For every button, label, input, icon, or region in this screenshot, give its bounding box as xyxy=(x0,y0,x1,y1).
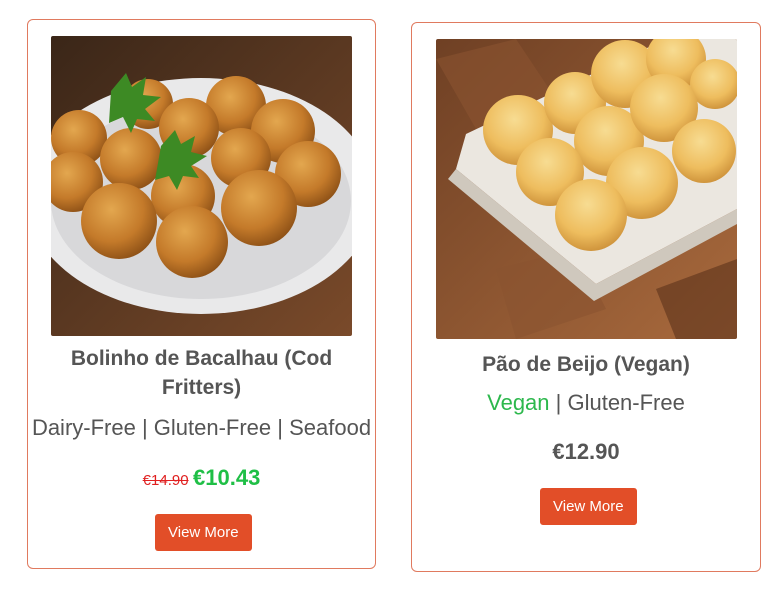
product-tags: Dairy-Free | Gluten-Free | Seafood xyxy=(31,415,372,440)
price: €12.90 xyxy=(552,439,620,464)
old-price: €14.90 xyxy=(142,472,189,489)
price-row: €14.90 €10.43 xyxy=(28,465,375,491)
tags-rest: | Gluten-Free xyxy=(549,390,685,415)
view-more-button[interactable]: View More xyxy=(155,514,252,551)
product-image-cod-fritters[interactable] xyxy=(51,36,352,336)
sale-price: €10.43 xyxy=(193,465,261,490)
view-more-button[interactable]: View More xyxy=(540,488,637,525)
product-title[interactable]: Bolinho de Bacalhau (Cod Fritters) xyxy=(48,344,355,402)
product-tags: Vegan | Gluten-Free xyxy=(412,389,760,417)
product-card-pao-de-beijo: Pão de Beijo (Vegan) Vegan | Gluten-Free… xyxy=(411,22,761,572)
price-row: €12.90 xyxy=(412,439,760,465)
product-title[interactable]: Pão de Beijo (Vegan) xyxy=(432,350,740,379)
product-image-pao-de-beijo[interactable] xyxy=(436,39,737,339)
vegan-tag: Vegan xyxy=(487,390,550,415)
product-card-bolinho: Bolinho de Bacalhau (Cod Fritters) Dairy… xyxy=(27,19,376,569)
